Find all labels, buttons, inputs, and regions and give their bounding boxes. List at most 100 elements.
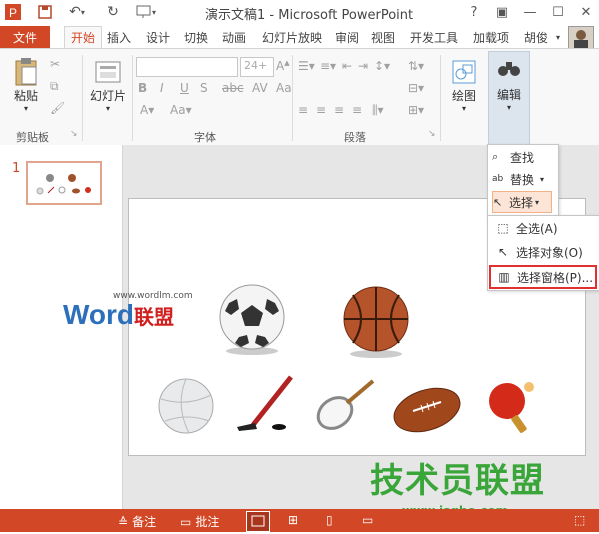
start-slideshow-icon[interactable]: ▾ bbox=[132, 3, 160, 21]
slide-thumbnail[interactable] bbox=[26, 161, 102, 205]
clipboard-icon bbox=[11, 57, 41, 87]
notes-icon: ≙ bbox=[118, 514, 129, 529]
svg-text:P: P bbox=[9, 6, 17, 20]
group-label-clipboard: 剪贴板 bbox=[16, 131, 49, 144]
strikethrough-icon[interactable]: abc bbox=[222, 81, 244, 95]
editing-label: 编辑 bbox=[496, 88, 521, 102]
align-left-icon[interactable]: ≡ bbox=[298, 103, 308, 117]
select-label: 选择 bbox=[509, 195, 534, 210]
change-case-icon[interactable]: Aa bbox=[276, 81, 292, 95]
tab-review[interactable]: 审阅 bbox=[332, 26, 362, 48]
ribbon-display-options-icon[interactable]: ▣ bbox=[490, 2, 514, 22]
justify-icon[interactable]: ≡ bbox=[352, 103, 362, 117]
drawing-button[interactable]: 绘图 ▾ bbox=[446, 57, 482, 113]
line-spacing-icon[interactable]: ↕▾ bbox=[374, 59, 390, 73]
divider bbox=[82, 55, 83, 141]
tab-view[interactable]: 视图 bbox=[368, 26, 398, 48]
tab-developer[interactable]: 开发工具 bbox=[405, 26, 463, 48]
shadow-icon[interactable]: S bbox=[200, 81, 208, 95]
replace-button[interactable]: ab 替换 ▾ bbox=[492, 169, 552, 189]
clipboard-launcher-icon[interactable]: ↘ bbox=[70, 129, 78, 139]
cut-icon[interactable]: ✂ bbox=[50, 57, 60, 71]
select-button[interactable]: ↖ 选择 ▾ bbox=[492, 191, 552, 213]
close-icon[interactable]: ✕ bbox=[574, 2, 598, 22]
slide-sorter-icon[interactable]: ⊞ bbox=[288, 513, 298, 527]
paragraph-launcher-icon[interactable]: ↘ bbox=[428, 129, 436, 139]
increase-indent-icon[interactable]: ⇥ bbox=[358, 59, 368, 73]
drawing-dropdown-icon[interactable]: ▾ bbox=[462, 104, 466, 113]
find-label: 查找 bbox=[510, 150, 535, 165]
numbering-icon[interactable]: ≡▾ bbox=[320, 59, 336, 73]
save-icon[interactable] bbox=[36, 3, 54, 21]
reading-view-icon[interactable]: ▯ bbox=[326, 513, 333, 527]
soccer-ball-image[interactable] bbox=[217, 283, 287, 357]
font-size-change-icon[interactable]: Aa▾ bbox=[170, 103, 192, 117]
increase-font-icon[interactable]: A▲ bbox=[276, 59, 290, 73]
notes-button[interactable]: ≙ 备注 bbox=[118, 513, 156, 530]
redo-icon[interactable]: ↻ bbox=[104, 3, 122, 21]
tab-design[interactable]: 设计 bbox=[143, 26, 173, 48]
basketball-image[interactable] bbox=[339, 285, 413, 359]
minimize-icon[interactable]: — bbox=[518, 2, 542, 22]
underline-icon[interactable]: U bbox=[180, 81, 189, 95]
center-icon[interactable]: ≡ bbox=[316, 103, 326, 117]
tennis-racket-image[interactable] bbox=[313, 377, 379, 437]
tab-transitions[interactable]: 切换 bbox=[181, 26, 211, 48]
undo-icon[interactable]: ↶ ▾ bbox=[62, 3, 92, 21]
help-icon[interactable]: ? bbox=[462, 2, 486, 22]
new-slide-dropdown-icon[interactable]: ▾ bbox=[106, 104, 110, 113]
font-size-box[interactable]: 24+ bbox=[240, 57, 274, 77]
bold-icon[interactable]: B bbox=[138, 81, 147, 95]
paste-dropdown-icon[interactable]: ▾ bbox=[24, 104, 28, 113]
columns-icon[interactable]: ⫼▾ bbox=[372, 103, 384, 118]
select-menu: ⬚ 全选(A) ↖ 选择对象(O) ▥ 选择窗格(P)... bbox=[487, 215, 599, 291]
football-image[interactable] bbox=[391, 385, 463, 435]
tab-addins[interactable]: 加载项 bbox=[469, 26, 513, 48]
ribbon-tabs: 文件 开始 插入 设计 切换 动画 幻灯片放映 审阅 视图 开发工具 加载项 胡… bbox=[0, 26, 599, 50]
tab-slideshow[interactable]: 幻灯片放映 bbox=[257, 26, 327, 48]
smartart-icon[interactable]: ⊞▾ bbox=[408, 103, 424, 117]
tab-insert[interactable]: 插入 bbox=[104, 26, 134, 48]
site-watermark-cn: 技术员联盟 bbox=[370, 461, 545, 501]
font-name-box[interactable] bbox=[136, 57, 238, 77]
font-color-icon[interactable]: A▾ bbox=[140, 103, 154, 117]
character-spacing-icon[interactable]: AV bbox=[252, 81, 268, 95]
user-dropdown-icon[interactable]: ▾ bbox=[552, 26, 564, 48]
bullets-icon[interactable]: ☰▾ bbox=[298, 59, 315, 73]
comments-button[interactable]: ▭ 批注 bbox=[180, 513, 219, 530]
avatar[interactable] bbox=[568, 26, 594, 50]
italic-icon[interactable]: I bbox=[160, 81, 164, 95]
hockey-stick-image[interactable] bbox=[233, 373, 299, 437]
paste-button[interactable]: 粘贴 ▾ bbox=[8, 57, 44, 113]
volleyball-image[interactable] bbox=[157, 377, 215, 437]
tab-home[interactable]: 开始 bbox=[64, 26, 102, 49]
menu-item-select-all[interactable]: ⬚ 全选(A) bbox=[490, 218, 594, 238]
table-tennis-paddle-image[interactable] bbox=[483, 379, 537, 437]
new-slide-button[interactable]: 幻灯片 ▾ bbox=[88, 57, 128, 113]
replace-dropdown-icon[interactable]: ▾ bbox=[540, 175, 544, 184]
align-text-icon[interactable]: ⊟▾ bbox=[408, 81, 424, 95]
binoculars-icon bbox=[494, 52, 524, 86]
decrease-indent-icon[interactable]: ⇤ bbox=[342, 59, 352, 73]
fit-to-window-icon[interactable]: ⬚ bbox=[574, 513, 585, 527]
menu-item-selection-pane[interactable]: ▥ 选择窗格(P)... bbox=[489, 265, 597, 289]
cursor-arrow-icon: ↖ bbox=[497, 245, 509, 259]
shapes-icon bbox=[449, 57, 479, 87]
text-direction-icon[interactable]: ⇅▾ bbox=[408, 59, 424, 73]
tab-file[interactable]: 文件 bbox=[0, 26, 50, 48]
normal-view-button[interactable] bbox=[246, 511, 270, 532]
user-name[interactable]: 胡俊 bbox=[520, 26, 552, 48]
comments-label: 批注 bbox=[195, 515, 220, 529]
powerpoint-app-icon[interactable]: P bbox=[4, 3, 22, 21]
copy-icon[interactable]: ⧉ bbox=[50, 79, 59, 94]
maximize-icon[interactable]: ☐ bbox=[546, 2, 570, 22]
editing-dropdown-icon: ▾ bbox=[506, 103, 511, 112]
find-button[interactable]: ⌕ 查找 bbox=[492, 147, 552, 167]
tab-animations[interactable]: 动画 bbox=[219, 26, 249, 48]
format-painter-icon[interactable]: 🖌 bbox=[50, 101, 65, 115]
menu-item-select-objects[interactable]: ↖ 选择对象(O) bbox=[490, 242, 594, 262]
editing-button[interactable]: 编辑 ▾ bbox=[488, 51, 530, 145]
slideshow-view-icon[interactable]: ▭ bbox=[362, 513, 373, 527]
align-right-icon[interactable]: ≡ bbox=[334, 103, 344, 117]
selection-pane-label: 选择窗格(P)... bbox=[517, 270, 594, 285]
